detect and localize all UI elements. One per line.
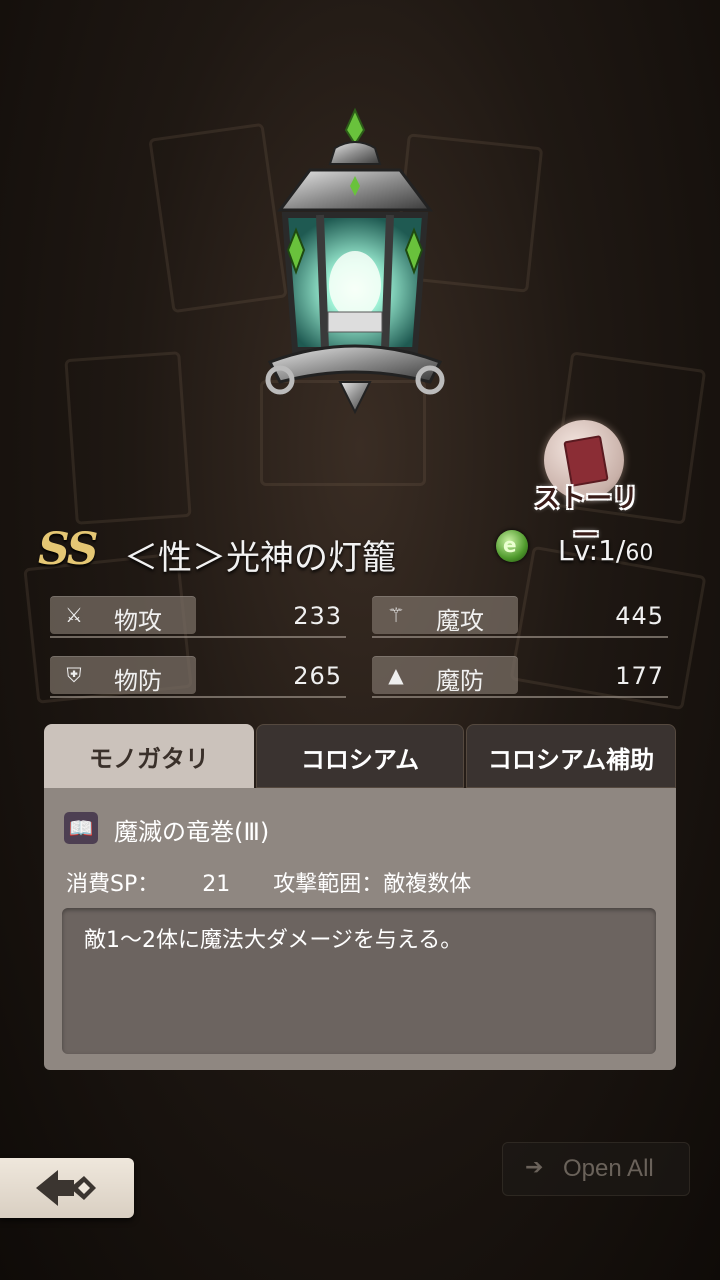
stat-label: 魔防: [436, 667, 484, 695]
stat-phys-def: ⛨ 物防 265: [50, 654, 346, 698]
level-current: Lv:1/: [558, 534, 626, 567]
stat-divider: [372, 696, 668, 698]
open-all-label: Open All: [563, 1155, 654, 1182]
sword-icon: ⚔: [65, 603, 83, 627]
stat-label: 魔攻: [436, 607, 484, 635]
arrow-icon: ➔: [525, 1155, 544, 1180]
green-element-orb-icon: e: [496, 530, 528, 562]
wand-icon: ⚚: [387, 603, 405, 627]
rank-badge: SS: [38, 524, 99, 575]
background-book: [64, 351, 192, 525]
sp-label: 消費SP：: [66, 872, 160, 897]
stat-mag-def: ▲ 魔防 177: [372, 654, 668, 698]
item-name: ＜性＞光神の灯籠: [124, 538, 396, 578]
skill-name: 魔滅の竜巻(Ⅲ): [114, 818, 270, 846]
story-button[interactable]: ストーリー: [524, 420, 648, 551]
lantern-item-artwork: [265, 107, 445, 415]
stat-divider: [372, 636, 668, 638]
stat-divider: [50, 696, 346, 698]
stat-phys-atk: ⚔ 物攻 233: [50, 594, 346, 638]
stat-label: 物防: [114, 667, 162, 695]
stat-divider: [50, 636, 346, 638]
witch-hat-icon: ▲: [388, 663, 404, 687]
stat-mag-atk: ⚚ 魔攻 445: [372, 594, 668, 638]
back-button[interactable]: [0, 1158, 134, 1218]
skill-description-box: 敵1～2体に魔法大ダメージを与える。: [62, 908, 656, 1054]
skill-meta: 消費SP： 21 攻撃範囲：敵複数体: [66, 866, 477, 898]
tab-colosseum-support[interactable]: コロシアム補助: [466, 724, 676, 788]
level-max: 60: [625, 541, 654, 566]
stat-value: 445: [615, 602, 664, 630]
sp-value: 21: [202, 872, 231, 897]
shield-icon: ⛨: [66, 663, 82, 687]
skill-panel: 📖 魔滅の竜巻(Ⅲ) 消費SP： 21 攻撃範囲：敵複数体 敵1～2体に魔法大ダ…: [44, 788, 676, 1070]
skill-header: 📖 魔滅の竜巻(Ⅲ): [64, 808, 664, 848]
skill-description: 敵1～2体に魔法大ダメージを与える。: [84, 928, 463, 953]
stat-value: 265: [293, 662, 342, 690]
stat-value: 177: [615, 662, 664, 690]
book-icon: 📖: [64, 812, 98, 844]
stat-value: 233: [293, 602, 342, 630]
info-tabs: モノガタリ コロシアム コロシアム補助: [44, 724, 676, 788]
stat-label: 物攻: [114, 607, 162, 635]
item-title-row: SS ＜性＞光神の灯籠 e Lv:1/60: [38, 524, 678, 578]
attack-range: 攻撃範囲：敵複数体: [273, 872, 472, 897]
open-all-button[interactable]: ➔ Open All: [502, 1142, 690, 1196]
tab-colosseum[interactable]: コロシアム: [256, 724, 464, 788]
back-arrow-icon: [36, 1170, 96, 1206]
tab-story[interactable]: モノガタリ: [44, 724, 254, 788]
level-display: Lv:1/60: [558, 534, 653, 567]
